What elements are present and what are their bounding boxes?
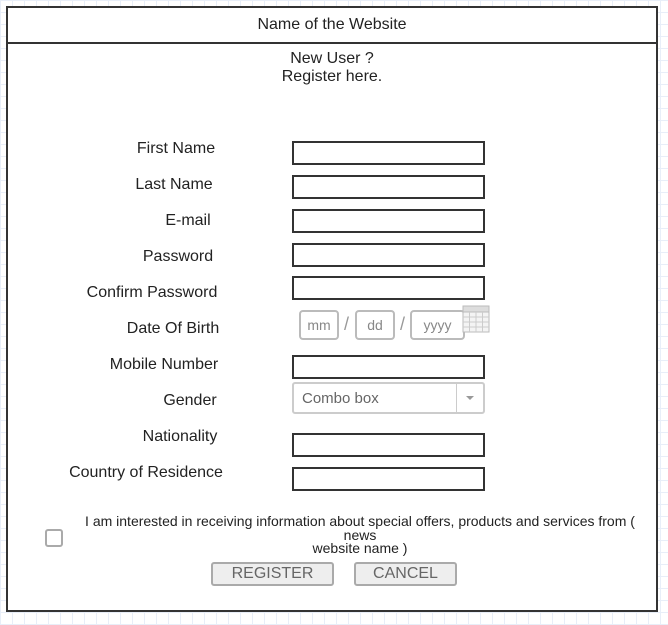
gender-combo-value: Combo box (302, 389, 379, 407)
intro-line-new-user: New User ? (290, 50, 374, 67)
last-name-field[interactable] (292, 175, 485, 199)
country-of-residence-label: Country of Residence (69, 464, 223, 481)
consent-line-2: website name ) (312, 540, 408, 556)
confirm-password-label: Confirm Password (86, 284, 218, 301)
password-label: Password (142, 248, 214, 265)
dob-day-input[interactable]: dd (355, 310, 395, 340)
site-title: Name of the Website (257, 16, 407, 33)
dob-separator: / (400, 314, 406, 334)
nationality-field[interactable] (292, 433, 485, 457)
date-of-birth-label: Date Of Birth (126, 320, 220, 337)
calendar-icon[interactable] (462, 305, 490, 333)
last-name-label: Last Name (135, 176, 213, 193)
offers-consent-text: I am interested in receiving information… (72, 513, 648, 556)
intro-line-register: Register here. (281, 68, 383, 85)
dob-day-placeholder: dd (367, 317, 383, 333)
offers-consent-checkbox[interactable] (45, 529, 63, 547)
cancel-button[interactable]: CANCEL (354, 562, 457, 586)
register-button[interactable]: REGISTER (211, 562, 334, 586)
gender-combo-box[interactable]: Combo box (292, 382, 485, 414)
first-name-field[interactable] (292, 141, 485, 165)
site-title-bar: Name of the Website (8, 8, 656, 44)
intro-text: New User ? Register here. (8, 50, 656, 86)
confirm-password-field[interactable] (292, 276, 485, 300)
password-field[interactable] (292, 243, 485, 267)
dob-year-input[interactable]: yyyy (410, 310, 465, 340)
email-field[interactable] (292, 209, 485, 233)
dob-separator: / (344, 314, 350, 334)
gender-label: Gender (163, 392, 217, 409)
chevron-down-icon[interactable] (456, 384, 483, 412)
dob-month-input[interactable]: mm (299, 310, 339, 340)
nationality-label: Nationality (142, 428, 218, 445)
first-name-label: First Name (136, 140, 216, 157)
dob-month-placeholder: mm (307, 317, 331, 333)
consent-line-1: I am interested in receiving information… (85, 513, 635, 543)
country-of-residence-field[interactable] (292, 467, 485, 491)
mobile-number-field[interactable] (292, 355, 485, 379)
dob-year-placeholder: yyyy (423, 317, 452, 333)
mobile-number-label: Mobile Number (109, 356, 219, 373)
email-label: E-mail (165, 212, 211, 229)
